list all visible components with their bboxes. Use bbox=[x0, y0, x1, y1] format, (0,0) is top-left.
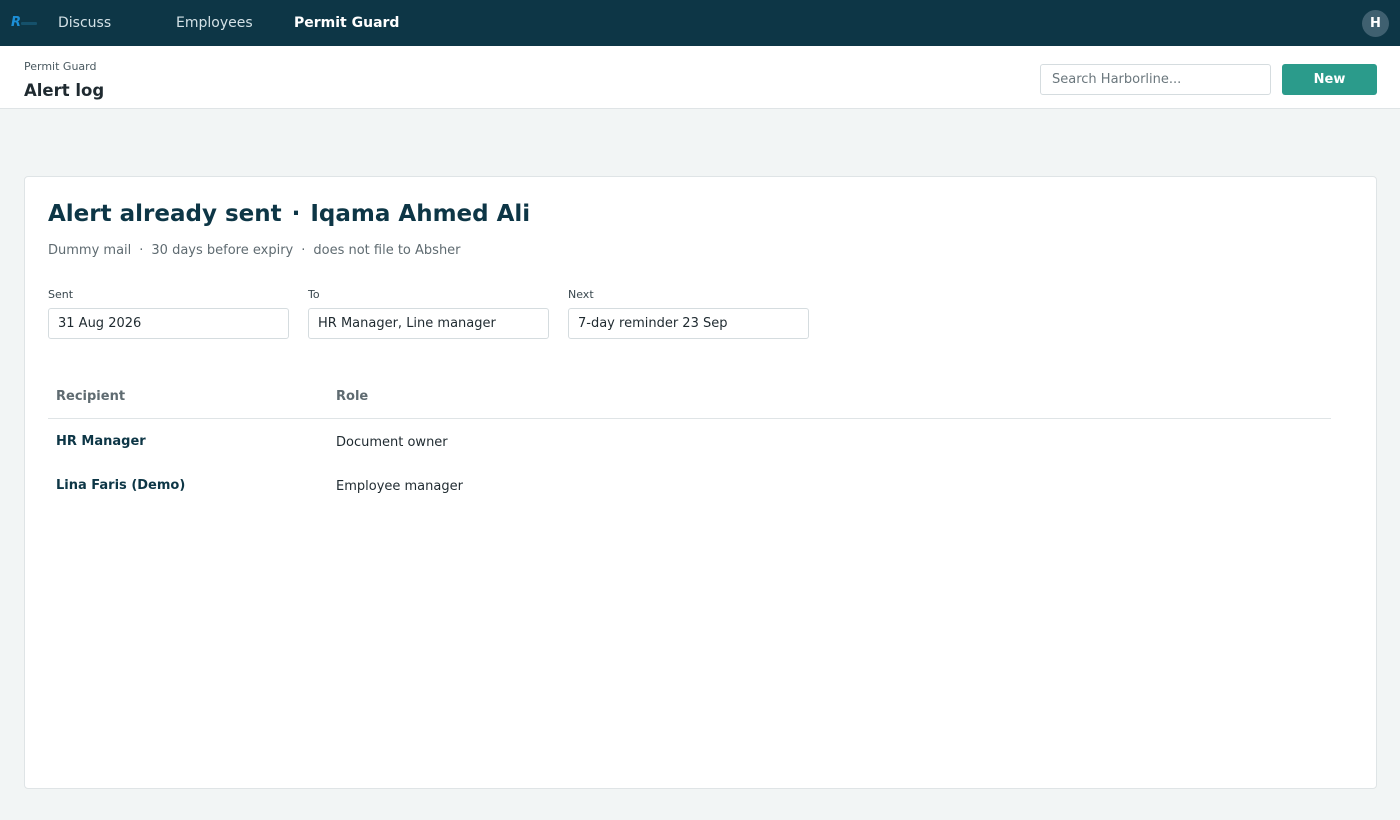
title-separator: · bbox=[291, 201, 301, 227]
new-button[interactable]: New bbox=[1282, 64, 1377, 95]
alert-title: Alert already sent · Iqama Ahmed Ali bbox=[48, 201, 530, 227]
sent-label: Sent bbox=[48, 288, 74, 301]
next-label: Next bbox=[568, 288, 594, 301]
column-header-role[interactable]: Role bbox=[336, 389, 368, 404]
svg-text:R: R bbox=[11, 15, 21, 30]
nav-discuss[interactable]: Discuss bbox=[58, 0, 111, 46]
table-header: Recipient Role bbox=[48, 377, 1331, 419]
to-label: To bbox=[308, 288, 320, 301]
nav-employees[interactable]: Employees bbox=[176, 0, 253, 46]
table-row[interactable]: HR Manager Document owner bbox=[48, 419, 1331, 463]
recipients-table: Recipient Role HR Manager Document owner… bbox=[48, 377, 1331, 507]
to-value: HR Manager, Line manager bbox=[308, 308, 549, 339]
breadcrumb[interactable]: Permit Guard bbox=[24, 60, 96, 73]
column-header-recipient[interactable]: Recipient bbox=[56, 389, 125, 404]
alert-subtitle: Dummy mail · 30 days before expiry · does no… bbox=[48, 243, 461, 258]
subtitle-dot: · bbox=[139, 243, 144, 258]
user-avatar[interactable]: H bbox=[1362, 10, 1389, 37]
subtitle-dot: · bbox=[301, 243, 306, 258]
next-field: Next 7-day reminder 23 Sep bbox=[568, 288, 809, 339]
app-logo-icon[interactable]: R bbox=[10, 13, 40, 31]
recipient-role: Document owner bbox=[336, 435, 448, 450]
recipient-name[interactable]: HR Manager bbox=[56, 434, 146, 449]
sent-field: Sent 31 Aug 2026 bbox=[48, 288, 289, 339]
alert-channel: Dummy mail bbox=[48, 243, 132, 258]
recipient-name[interactable]: Lina Faris (Demo) bbox=[56, 478, 185, 493]
search-input[interactable] bbox=[1040, 64, 1271, 95]
recipient-role: Employee manager bbox=[336, 479, 463, 494]
alert-timing: 30 days before expiry bbox=[151, 243, 294, 258]
page-title: Alert log bbox=[24, 81, 105, 100]
next-value: 7-day reminder 23 Sep bbox=[568, 308, 809, 339]
alert-card: Alert already sent · Iqama Ahmed Ali Dummy… bbox=[24, 176, 1377, 789]
sent-value: 31 Aug 2026 bbox=[48, 308, 289, 339]
alert-status: Alert already sent bbox=[48, 201, 282, 227]
alert-note: does not file to Absher bbox=[313, 243, 461, 258]
control-panel: Permit Guard Alert log New bbox=[0, 46, 1400, 109]
table-row[interactable]: Lina Faris (Demo) Employee manager bbox=[48, 463, 1331, 507]
to-field: To HR Manager, Line manager bbox=[308, 288, 549, 339]
top-navbar: R Discuss Employees Permit Guard H bbox=[0, 0, 1400, 46]
nav-permit-guard[interactable]: Permit Guard bbox=[294, 0, 399, 46]
alert-document: Iqama Ahmed Ali bbox=[310, 201, 531, 227]
